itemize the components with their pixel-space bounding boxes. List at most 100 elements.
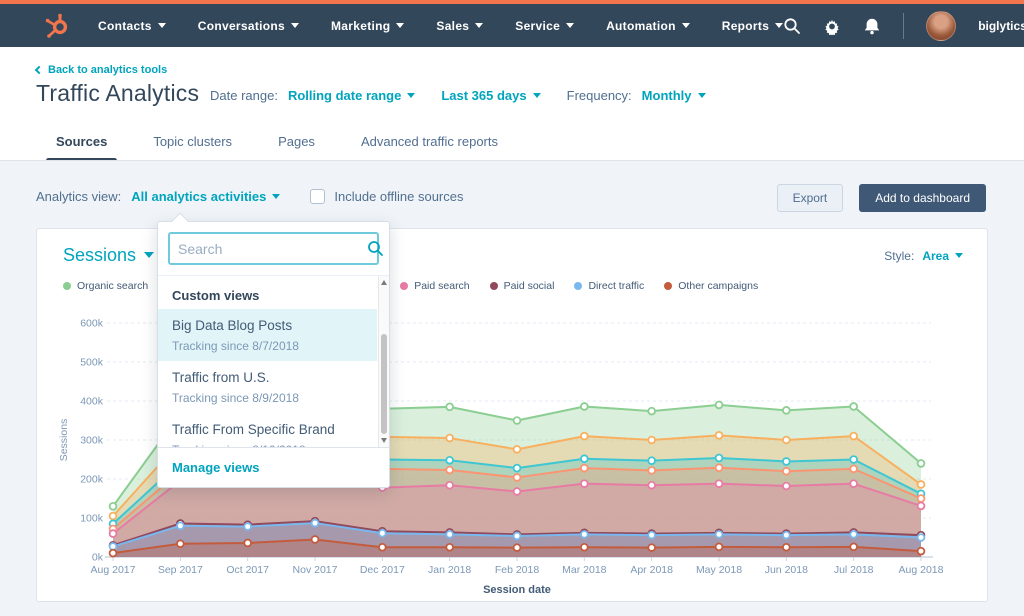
legend-item-paid-search[interactable]: Paid search <box>400 280 469 292</box>
scrollbar[interactable] <box>378 276 389 447</box>
legend-label: Paid social <box>504 280 555 292</box>
include-offline-sources-checkbox[interactable] <box>310 189 325 204</box>
tab-advanced-traffic-reports[interactable]: Advanced traffic reports <box>361 134 498 163</box>
date-range-type-dropdown[interactable]: Rolling date range <box>288 88 415 103</box>
frequency-dropdown[interactable]: Monthly <box>642 88 706 103</box>
chevron-down-icon <box>475 23 483 32</box>
svg-text:Sessions: Sessions <box>58 419 70 462</box>
frequency-value: Monthly <box>642 88 692 103</box>
nav-item-automation[interactable]: Automation <box>606 19 690 33</box>
avatar[interactable] <box>926 11 956 41</box>
search-icon[interactable] <box>783 17 801 35</box>
scroll-down-icon[interactable] <box>381 438 387 443</box>
svg-text:100k: 100k <box>80 513 104 525</box>
svg-text:Nov 2017: Nov 2017 <box>293 564 338 576</box>
back-to-analytics-link[interactable]: Back to analytics tools <box>36 64 167 76</box>
account-menu[interactable]: biglytics.net <box>978 19 1024 33</box>
nav-item-service[interactable]: Service <box>515 19 574 33</box>
analytics-view-toolbar: Analytics view: All analytics activities… <box>36 189 464 204</box>
hubspot-logo-icon[interactable] <box>44 12 72 40</box>
date-range-type-value: Rolling date range <box>288 88 401 103</box>
svg-text:Oct 2017: Oct 2017 <box>226 564 269 576</box>
svg-text:500k: 500k <box>80 357 104 369</box>
metric-label: Sessions <box>63 245 136 266</box>
svg-text:0k: 0k <box>92 552 104 564</box>
chevron-down-icon <box>566 23 574 32</box>
view-item-subtitle: Tracking since 8/9/2018 <box>172 391 363 406</box>
nav-item-label: Contacts <box>98 19 152 33</box>
chevron-down-icon <box>955 253 963 262</box>
chevron-down-icon <box>272 194 280 203</box>
include-offline-sources-label: Include offline sources <box>334 189 463 204</box>
view-item-title: Big Data Blog Posts <box>172 316 363 335</box>
scroll-up-icon[interactable] <box>381 280 387 285</box>
nav-divider <box>903 13 904 39</box>
chevron-down-icon <box>775 23 783 32</box>
svg-text:Sep 2017: Sep 2017 <box>158 564 203 576</box>
back-link-label: Back to analytics tools <box>48 64 167 76</box>
analytics-view-dropdown[interactable]: All analytics activities <box>131 189 280 204</box>
search-input[interactable] <box>170 241 367 257</box>
nav-item-label: Service <box>515 19 560 33</box>
chevron-down-icon <box>698 93 706 102</box>
export-button[interactable]: Export <box>777 184 844 212</box>
chevron-down-icon <box>682 23 690 32</box>
view-item-big-data-blog-posts[interactable]: Big Data Blog Posts Tracking since 8/7/20… <box>158 309 377 361</box>
tab-bar: Sources Topic clusters Pages Advanced traff… <box>56 134 498 163</box>
legend-dot-icon <box>490 282 498 290</box>
legend-item-other-campaigns[interactable]: Other campaigns <box>664 280 758 292</box>
view-items: Big Data Blog Posts Tracking since 8/7/20… <box>158 309 389 447</box>
nav-item-contacts[interactable]: Contacts <box>98 19 166 33</box>
toolbar-buttons: Export Add to dashboard <box>777 184 986 212</box>
nav-item-sales[interactable]: Sales <box>436 19 483 33</box>
svg-text:400k: 400k <box>80 396 104 408</box>
style-label: Style: <box>884 249 914 263</box>
style-value: Area <box>922 249 949 263</box>
view-item-title: Traffic From Specific Brand <box>172 420 363 439</box>
custom-views-group-label: Custom views <box>158 276 389 309</box>
nav-item-label: Sales <box>436 19 469 33</box>
nav-item-label: Conversations <box>198 19 285 33</box>
analytics-view-dropdown-panel: Custom views Big Data Blog Posts Tracking… <box>157 221 390 488</box>
nav-item-marketing[interactable]: Marketing <box>331 19 404 33</box>
tab-pages[interactable]: Pages <box>278 134 315 163</box>
style-dropdown[interactable]: Area <box>922 249 963 263</box>
nav-right: biglytics.net <box>783 11 1024 41</box>
metric-dropdown[interactable]: Sessions <box>63 245 154 266</box>
tab-sources[interactable]: Sources <box>56 134 107 163</box>
svg-text:200k: 200k <box>80 474 104 486</box>
svg-text:Jun 2018: Jun 2018 <box>765 564 808 576</box>
add-to-dashboard-button[interactable]: Add to dashboard <box>859 184 986 212</box>
chevron-down-icon <box>396 23 404 32</box>
view-item-traffic-from-u-s[interactable]: Traffic from U.S.Tracking since 8/9/2018 <box>158 361 377 413</box>
dropdown-search <box>168 232 379 265</box>
date-range-label: Date range: <box>210 88 278 103</box>
nav-item-conversations[interactable]: Conversations <box>198 19 299 33</box>
view-list: Custom views Big Data Blog Posts Tracking… <box>158 275 389 447</box>
bell-icon[interactable] <box>863 17 881 35</box>
view-item-subtitle: Tracking since 8/7/2018 <box>172 339 363 354</box>
traffic-analytics-page: Contacts Conversations Marketing Sales Servi… <box>0 0 1024 616</box>
page-title: Traffic Analytics <box>36 80 199 107</box>
date-range-value-dropdown[interactable]: Last 365 days <box>441 88 540 103</box>
include-offline-sources-option: Include offline sources <box>310 189 463 204</box>
view-item-traffic-from-specific-brand[interactable]: Traffic From Specific BrandTracking sinc… <box>158 413 377 447</box>
svg-text:Jul 2018: Jul 2018 <box>834 564 874 576</box>
legend-dot-icon <box>574 282 582 290</box>
analytics-view-label: Analytics view: <box>36 189 121 204</box>
gear-icon[interactable] <box>823 17 841 35</box>
nav-item-reports[interactable]: Reports <box>722 19 783 33</box>
scrollbar-thumb[interactable] <box>381 334 387 434</box>
svg-text:Feb 2018: Feb 2018 <box>495 564 540 576</box>
svg-text:Apr 2018: Apr 2018 <box>630 564 673 576</box>
chevron-down-icon <box>144 252 154 263</box>
legend-item-direct-traffic[interactable]: Direct traffic <box>574 280 644 292</box>
style-control: Style: Area <box>884 249 963 263</box>
tab-topic-clusters[interactable]: Topic clusters <box>153 134 232 163</box>
legend-label: Other campaigns <box>678 280 758 292</box>
legend-label: Paid search <box>414 280 469 292</box>
manage-views-link[interactable]: Manage views <box>158 447 389 487</box>
chevron-down-icon <box>533 93 541 102</box>
legend-item-organic-search[interactable]: Organic search <box>63 280 148 292</box>
legend-item-paid-social[interactable]: Paid social <box>490 280 555 292</box>
